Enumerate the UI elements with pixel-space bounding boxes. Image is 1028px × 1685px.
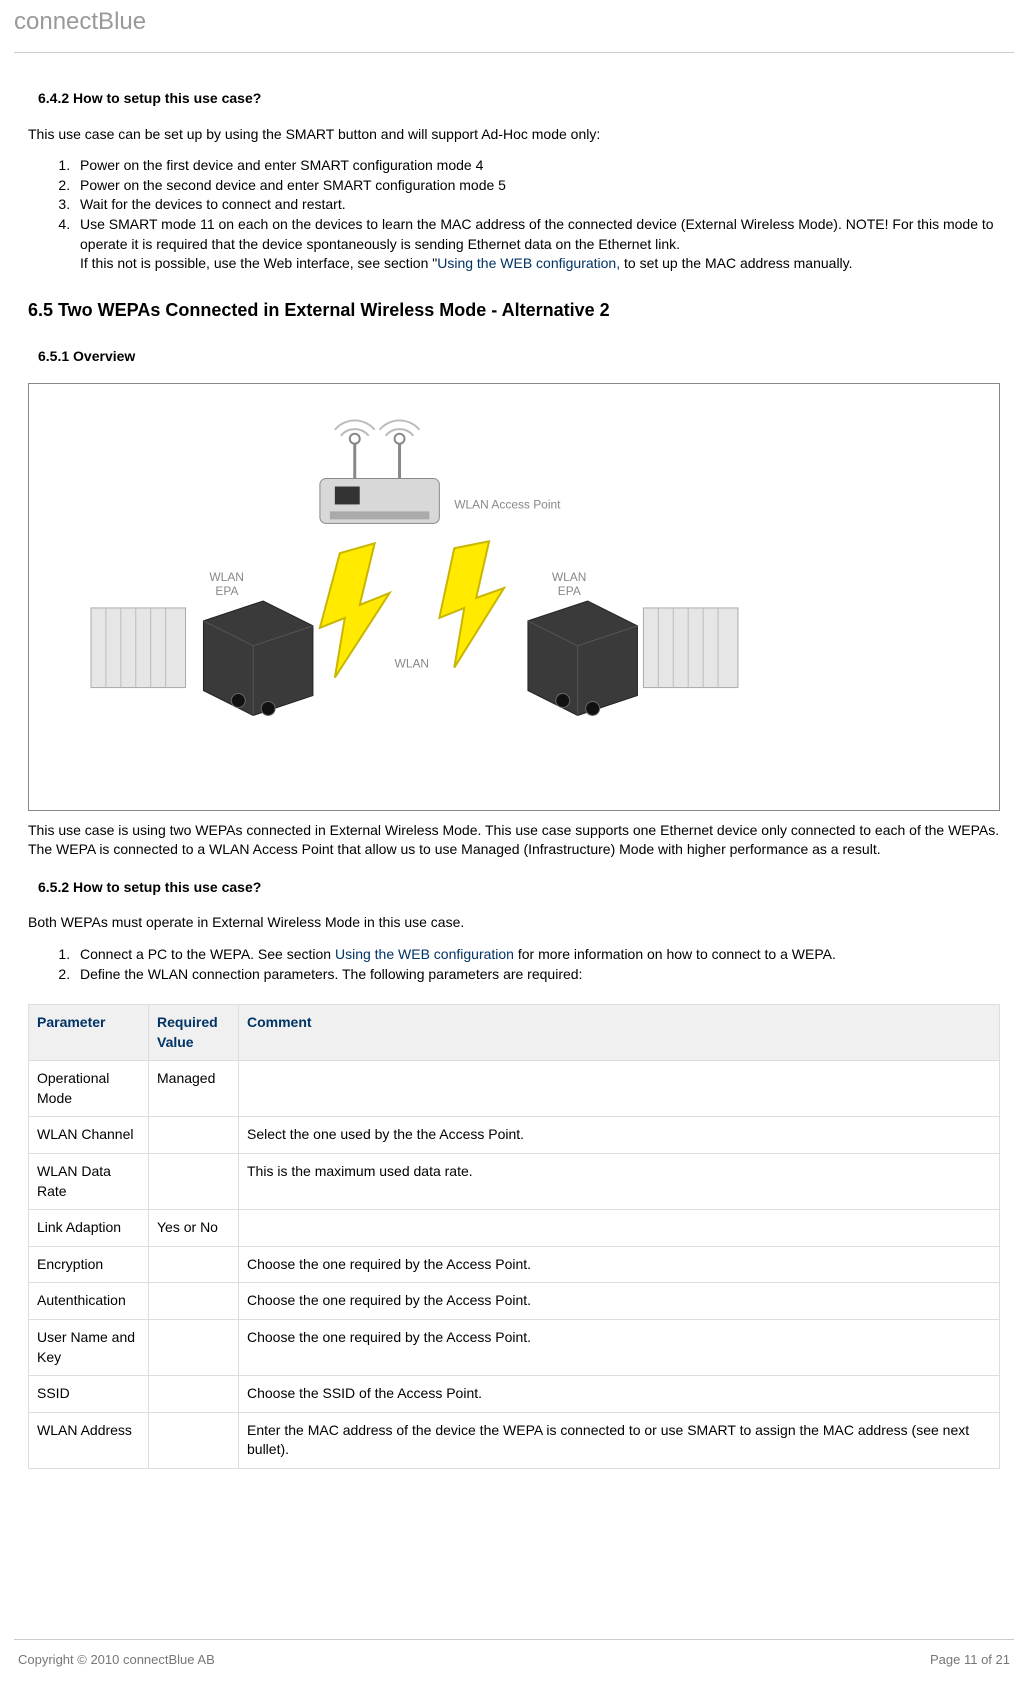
section-642-steps: Power on the first device and enter SMAR… — [74, 156, 1000, 274]
web-config-link[interactable]: Using the WEB configuration, — [437, 255, 620, 271]
wlan-label: WLAN — [395, 656, 430, 670]
list-item: Define the WLAN connection parameters. T… — [74, 965, 1000, 985]
plc-right-icon — [643, 607, 738, 687]
step1-post: for more information on how to connect t… — [514, 946, 836, 962]
table-row: SSID Choose the SSID of the Access Point. — [29, 1376, 1000, 1413]
wepa-left-icon — [203, 601, 312, 715]
web-config-link-2[interactable]: Using the WEB configuration — [335, 946, 514, 962]
table-row: Operational ModeManaged — [29, 1061, 1000, 1117]
col-comment: Comment — [239, 1005, 1000, 1061]
table-cell: Enter the MAC address of the device the … — [239, 1412, 1000, 1468]
copyright-text: Copyright © 2010 connectBlue AB — [18, 1652, 215, 1667]
table-cell: Managed — [149, 1061, 239, 1117]
brand-text: connectBlue — [14, 8, 1014, 46]
table-row: WLAN Address Enter the MAC address of the… — [29, 1412, 1000, 1468]
table-cell: Operational Mode — [29, 1061, 149, 1117]
table-cell: This is the maximum used data rate. — [239, 1154, 1000, 1210]
wlan-bolt-left-icon — [320, 543, 390, 677]
wepa-right-icon — [528, 601, 637, 715]
access-point-icon — [320, 420, 439, 523]
list-item: Wait for the devices to connect and rest… — [74, 195, 1000, 215]
table-row: User Name and Key Choose the one required… — [29, 1320, 1000, 1376]
table-cell: WLAN Channel — [29, 1117, 149, 1154]
ap-label: WLAN Access Point — [454, 497, 561, 511]
table-cell — [149, 1246, 239, 1283]
network-diagram: WLAN Access Point WLAN EPA WLAN EPA — [28, 383, 1000, 811]
footer-rule — [14, 1639, 1014, 1640]
table-row: Autenthication Choose the one required by… — [29, 1283, 1000, 1320]
table-cell: WLAN Data Rate — [29, 1154, 149, 1210]
table-cell — [239, 1061, 1000, 1117]
col-required-value: Required Value — [149, 1005, 239, 1061]
section-652-steps: Connect a PC to the WEPA. See section Us… — [74, 945, 1000, 984]
table-cell: Choose the one required by the Access Po… — [239, 1320, 1000, 1376]
section-65-heading: 6.5 Two WEPAs Connected in External Wire… — [28, 298, 1000, 323]
table-header-row: Parameter Required Value Comment — [29, 1005, 1000, 1061]
step4-line-a: Use SMART mode 11 on each on the devices… — [80, 216, 994, 252]
table-cell: SSID — [29, 1376, 149, 1413]
list-item: Power on the second device and enter SMA… — [74, 176, 1000, 196]
table-cell — [149, 1320, 239, 1376]
table-row: WLAN Data Rate This is the maximum used d… — [29, 1154, 1000, 1210]
table-cell: Encryption — [29, 1246, 149, 1283]
list-item: Power on the first device and enter SMAR… — [74, 156, 1000, 176]
table-cell — [149, 1117, 239, 1154]
page-content: 6.4.2 How to setup this use case? This u… — [0, 53, 1028, 1469]
section-642-intro: This use case can be set up by using the… — [28, 125, 1000, 145]
table-row: Link AdaptionYes or No — [29, 1210, 1000, 1247]
wlan-epa-left-label: WLAN EPA — [209, 570, 247, 598]
table-cell: User Name and Key — [29, 1320, 149, 1376]
table-cell: Yes or No — [149, 1210, 239, 1247]
step4-line-b-post: to set up the MAC address manually. — [620, 255, 852, 271]
section-652-intro: Both WEPAs must operate in External Wire… — [28, 913, 1000, 933]
col-parameter: Parameter — [29, 1005, 149, 1061]
table-cell — [149, 1154, 239, 1210]
table-cell: WLAN Address — [29, 1412, 149, 1468]
table-cell — [149, 1283, 239, 1320]
page-number: Page 11 of 21 — [930, 1652, 1010, 1667]
plc-left-icon — [91, 607, 186, 687]
table-cell: Choose the one required by the Access Po… — [239, 1283, 1000, 1320]
parameters-table: Parameter Required Value Comment Operati… — [28, 1004, 1000, 1469]
wlan-bolt-right-icon — [439, 541, 504, 667]
table-cell — [239, 1210, 1000, 1247]
table-cell: Choose the SSID of the Access Point. — [239, 1376, 1000, 1413]
section-651-heading: 6.5.1 Overview — [38, 347, 1000, 367]
step1-pre: Connect a PC to the WEPA. See section — [80, 946, 335, 962]
list-item: Use SMART mode 11 on each on the devices… — [74, 215, 1000, 274]
wlan-epa-right-label: WLAN EPA — [552, 570, 590, 598]
step4-line-b-pre: If this not is possible, use the Web int… — [80, 255, 437, 271]
table-cell — [149, 1412, 239, 1468]
table-row: Encryption Choose the one required by the… — [29, 1246, 1000, 1283]
section-652-heading: 6.5.2 How to setup this use case? — [38, 878, 1000, 898]
section-651-desc: This use case is using two WEPAs connect… — [28, 821, 1000, 860]
section-642-heading: 6.4.2 How to setup this use case? — [38, 89, 1000, 109]
table-cell: Link Adaption — [29, 1210, 149, 1247]
table-cell: Choose the one required by the Access Po… — [239, 1246, 1000, 1283]
table-cell — [149, 1376, 239, 1413]
list-item: Connect a PC to the WEPA. See section Us… — [74, 945, 1000, 965]
diagram-svg: WLAN Access Point WLAN EPA WLAN EPA — [29, 384, 999, 810]
table-row: WLAN Channel Select the one used by the t… — [29, 1117, 1000, 1154]
table-cell: Select the one used by the the Access Po… — [239, 1117, 1000, 1154]
table-cell: Autenthication — [29, 1283, 149, 1320]
footer-row: Copyright © 2010 connectBlue AB Page 11 … — [14, 1652, 1014, 1667]
page-footer: Copyright © 2010 connectBlue AB Page 11 … — [0, 1639, 1028, 1667]
page-header: connectBlue — [0, 0, 1028, 53]
